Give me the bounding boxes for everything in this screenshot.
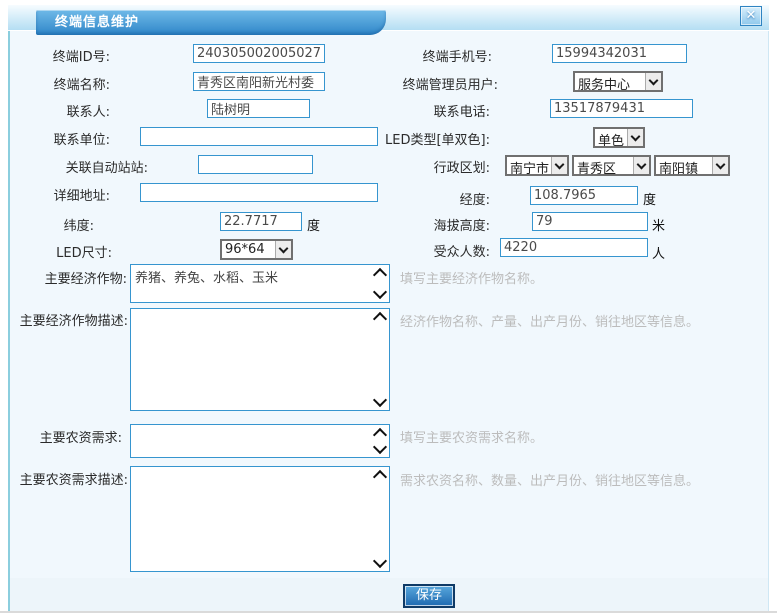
- chevron-down-icon: [716, 159, 726, 169]
- led-type-select[interactable]: 单色: [593, 127, 645, 148]
- terminal-info-dialog: 终端信息维护 ✕ 终端ID号: 终端手机号: 终端名称: 终端管理员用户: 服务…: [0, 0, 777, 615]
- audience-label: 受众人数:: [330, 241, 490, 260]
- contact-input[interactable]: [207, 99, 310, 118]
- region-town-select[interactable]: 南阳镇: [654, 155, 730, 176]
- scroll-up-icon[interactable]: [373, 268, 387, 282]
- save-button[interactable]: 保存: [403, 584, 455, 608]
- crops-desc-hint: 经济作物名称、产量、出产月份、销往地区等信息。: [400, 311, 699, 330]
- dialog-titlebar: 终端信息维护: [8, 5, 769, 31]
- chevron-down-icon: [637, 159, 647, 169]
- scrollbar[interactable]: [373, 469, 387, 569]
- auto-station-input[interactable]: [198, 155, 313, 174]
- led-size-label: LED尺寸:: [10, 242, 112, 261]
- agri-needs-hint: 填写主要农资需求名称。: [400, 427, 543, 446]
- scrollbar[interactable]: [373, 427, 387, 455]
- dialog-title-tab: 终端信息维护: [36, 10, 386, 35]
- terminal-admin-select[interactable]: 服务中心: [573, 71, 663, 92]
- scroll-down-icon[interactable]: [373, 554, 387, 568]
- dialog-title: 终端信息维护: [36, 10, 386, 35]
- latitude-input[interactable]: [220, 212, 302, 231]
- led-type-label: LED类型[单双色]:: [330, 129, 490, 148]
- agri-needs-textarea[interactable]: [130, 424, 390, 458]
- terminal-name-label: 终端名称:: [10, 74, 110, 93]
- longitude-unit: 度: [643, 189, 656, 208]
- audience-input[interactable]: [500, 238, 648, 257]
- crops-hint: 填写主要经济作物名称。: [400, 268, 543, 287]
- scroll-down-icon[interactable]: [373, 285, 387, 299]
- dialog-footer-band: [10, 578, 768, 611]
- contact-phone-input[interactable]: [550, 99, 693, 118]
- contact-label: 联系人:: [10, 101, 110, 120]
- agri-needs-desc-textarea[interactable]: [130, 466, 390, 572]
- agri-needs-label: 主要农资需求:: [10, 427, 122, 446]
- close-button[interactable]: ✕: [740, 6, 762, 26]
- scroll-down-icon[interactable]: [373, 393, 387, 407]
- terminal-id-input[interactable]: [193, 44, 325, 63]
- agri-needs-desc-hint: 需求农资名称、数量、出产月份、销往地区等信息。: [400, 470, 699, 489]
- latitude-unit: 度: [307, 215, 320, 234]
- crops-label: 主要经济作物:: [10, 268, 127, 287]
- scroll-down-icon[interactable]: [373, 440, 387, 454]
- auto-station-label: 关联自动站站:: [10, 157, 148, 176]
- scrollbar[interactable]: [373, 311, 387, 408]
- latitude-label: 纬度:: [10, 215, 94, 234]
- led-size-select[interactable]: 96*64: [220, 239, 293, 260]
- close-icon: ✕: [746, 8, 757, 23]
- region-district-select[interactable]: 青秀区: [572, 155, 651, 176]
- altitude-label: 海拔高度:: [330, 215, 490, 234]
- terminal-phone-label: 终端手机号:: [330, 46, 492, 65]
- region-city-select[interactable]: 南宁市: [505, 155, 569, 176]
- altitude-unit: 米: [652, 215, 665, 234]
- terminal-phone-input[interactable]: [552, 44, 687, 63]
- audience-unit: 人: [652, 243, 665, 262]
- chevron-down-icon: [649, 75, 659, 85]
- terminal-id-label: 终端ID号:: [10, 46, 110, 65]
- dialog-bottom-edge: [0, 611, 777, 613]
- terminal-admin-label: 终端管理员用户:: [330, 74, 498, 93]
- agri-needs-desc-label: 主要农资需求描述:: [10, 469, 128, 488]
- crops-textarea[interactable]: 养猪、养兔、水稻、玉米: [130, 264, 390, 303]
- altitude-input[interactable]: [532, 212, 648, 231]
- region-label: 行政区划:: [330, 157, 490, 176]
- scroll-up-icon[interactable]: [373, 312, 387, 326]
- scroll-up-icon[interactable]: [373, 470, 387, 484]
- crops-desc-textarea[interactable]: [130, 308, 390, 411]
- terminal-name-input[interactable]: [193, 72, 325, 91]
- contact-unit-label: 联系单位:: [10, 129, 110, 148]
- chevron-down-icon: [555, 159, 565, 169]
- chevron-down-icon: [631, 131, 641, 141]
- address-label: 详细地址:: [10, 185, 110, 204]
- contact-phone-label: 联系电话:: [330, 101, 490, 120]
- longitude-label: 经度:: [330, 189, 490, 208]
- scrollbar[interactable]: [373, 267, 387, 300]
- longitude-input[interactable]: [530, 186, 638, 205]
- chevron-down-icon: [279, 243, 289, 253]
- crops-desc-label: 主要经济作物描述:: [10, 310, 128, 329]
